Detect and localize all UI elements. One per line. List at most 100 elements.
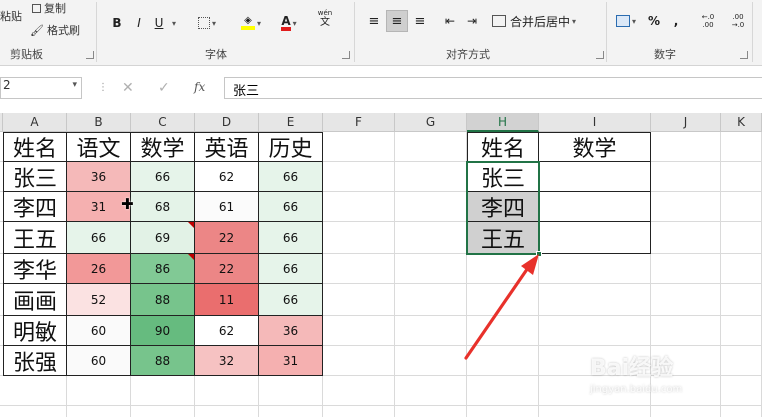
score-cell[interactable]: 68	[131, 192, 195, 222]
score-cell[interactable]: 22	[195, 222, 259, 254]
copy-icon	[32, 3, 41, 13]
number-launcher-icon[interactable]	[740, 51, 748, 59]
empty-cell[interactable]	[539, 222, 651, 254]
header-cell[interactable]: 英语	[195, 132, 259, 162]
score-cell[interactable]: 66	[259, 284, 323, 316]
decrease-indent-button[interactable]: ⇤	[440, 10, 460, 32]
borders-button[interactable]: ▾	[192, 12, 222, 34]
header-cell[interactable]: 语文	[67, 132, 131, 162]
name-cell[interactable]: 张三	[467, 162, 539, 192]
bold-button[interactable]: B	[108, 12, 126, 34]
score-cell[interactable]: 61	[195, 192, 259, 222]
score-cell[interactable]: 86	[131, 254, 195, 284]
formula-input[interactable]: 张三	[224, 77, 762, 99]
name-box-dropdown-icon[interactable]: ▾	[72, 80, 77, 90]
empty-cell[interactable]	[539, 192, 651, 222]
score-cell[interactable]: 62	[195, 162, 259, 192]
column-header-j[interactable]: J	[651, 113, 721, 132]
name-cell[interactable]: 李华	[3, 254, 67, 284]
underline-button[interactable]: U	[150, 12, 168, 34]
gridline	[0, 405, 762, 406]
comma-button[interactable]: ,	[668, 10, 684, 32]
align-left-button[interactable]: ≡	[364, 10, 384, 32]
score-cell[interactable]: 88	[131, 284, 195, 316]
score-cell[interactable]: 66	[131, 162, 195, 192]
increase-decimal-button[interactable]: ←.0 .00	[694, 10, 722, 32]
name-cell[interactable]: 画画	[3, 284, 67, 316]
column-header-i[interactable]: I	[539, 113, 651, 132]
fill-color-button[interactable]: ◈ ▾	[236, 12, 266, 34]
italic-button[interactable]: I	[130, 12, 148, 34]
decrease-decimal-button[interactable]: .00 →.0	[724, 10, 752, 32]
name-cell[interactable]: 王五	[3, 222, 67, 254]
paste-button[interactable]: 粘贴	[0, 8, 22, 24]
cancel-icon[interactable]: ✕	[122, 80, 134, 96]
header-cell[interactable]: 数学	[539, 132, 651, 162]
score-cell[interactable]: 36	[67, 162, 131, 192]
column-header-e[interactable]: E	[259, 113, 323, 132]
name-box[interactable]: 2 ▾	[0, 77, 82, 99]
name-cell[interactable]: 张三	[3, 162, 67, 192]
score-cell[interactable]: 66	[259, 162, 323, 192]
divider	[96, 2, 97, 62]
column-header-c[interactable]: C	[131, 113, 195, 132]
watermark-brand: Bai经验	[590, 356, 674, 381]
name-cell[interactable]: 李四	[3, 192, 67, 222]
score-cell[interactable]: 22	[195, 254, 259, 284]
score-cell[interactable]: 11	[195, 284, 259, 316]
merge-center-button[interactable]: 合并后居中 ▾	[492, 10, 590, 32]
score-cell[interactable]: 66	[259, 222, 323, 254]
align-center-icon: ≡	[391, 13, 403, 29]
score-cell[interactable]: 60	[67, 316, 131, 346]
score-cell[interactable]: 88	[131, 346, 195, 376]
header-cell[interactable]: 姓名	[3, 132, 67, 162]
clipboard-group-label: 剪贴板	[10, 48, 43, 61]
clipboard-launcher-icon[interactable]	[86, 51, 94, 59]
font-color-button[interactable]: A ▾	[274, 12, 304, 34]
phonetic-button[interactable]: wén 文	[312, 8, 338, 30]
score-cell[interactable]: 66	[67, 222, 131, 254]
column-header-d[interactable]: D	[195, 113, 259, 132]
name-cell[interactable]: 明敏	[3, 316, 67, 346]
format-painter-button[interactable]: 🖌 格式刷	[30, 22, 80, 38]
score-cell[interactable]: 32	[195, 346, 259, 376]
column-header-h[interactable]: H	[467, 113, 539, 132]
insert-function-icon[interactable]: fx	[194, 80, 205, 94]
percent-button[interactable]: %	[644, 10, 664, 32]
score-cell[interactable]: 66	[259, 254, 323, 284]
phonetic-icon: 文	[320, 17, 330, 28]
enter-icon[interactable]: ✓	[158, 80, 170, 96]
score-cell[interactable]: 26	[67, 254, 131, 284]
name-cell[interactable]: 李四	[467, 192, 539, 222]
alignment-launcher-icon[interactable]	[596, 51, 604, 59]
score-cell[interactable]: 52	[67, 284, 131, 316]
score-cell[interactable]: 69	[131, 222, 195, 254]
score-cell[interactable]: 31	[259, 346, 323, 376]
score-cell[interactable]: 66	[259, 192, 323, 222]
header-cell[interactable]: 历史	[259, 132, 323, 162]
align-right-button[interactable]: ≡	[410, 10, 430, 32]
column-header-f[interactable]: F	[323, 113, 395, 132]
alignment-group-label: 对齐方式	[446, 48, 490, 61]
fill-handle[interactable]	[536, 251, 542, 257]
score-cell[interactable]: 36	[259, 316, 323, 346]
copy-button[interactable]: 复制	[32, 0, 66, 16]
column-header-k[interactable]: K	[721, 113, 762, 132]
formula-bar-splitter-icon[interactable]: ⋮	[98, 82, 108, 93]
header-cell[interactable]: 数学	[131, 132, 195, 162]
column-header-a[interactable]: A	[3, 113, 67, 132]
empty-cell[interactable]	[539, 162, 651, 192]
align-center-button[interactable]: ≡	[386, 10, 408, 32]
name-cell[interactable]: 张强	[3, 346, 67, 376]
accounting-format-button[interactable]: ▾	[612, 10, 640, 32]
column-header-b[interactable]: B	[67, 113, 131, 132]
font-launcher-icon[interactable]	[342, 51, 350, 59]
score-cell[interactable]: 62	[195, 316, 259, 346]
score-cell[interactable]: 60	[67, 346, 131, 376]
column-header-g[interactable]: G	[395, 113, 467, 132]
score-cell[interactable]: 90	[131, 316, 195, 346]
increase-indent-button[interactable]: ⇥	[462, 10, 482, 32]
underline-dropdown[interactable]: ▾	[168, 12, 178, 34]
header-cell[interactable]: 姓名	[467, 132, 539, 162]
name-cell[interactable]: 王五	[467, 222, 539, 254]
